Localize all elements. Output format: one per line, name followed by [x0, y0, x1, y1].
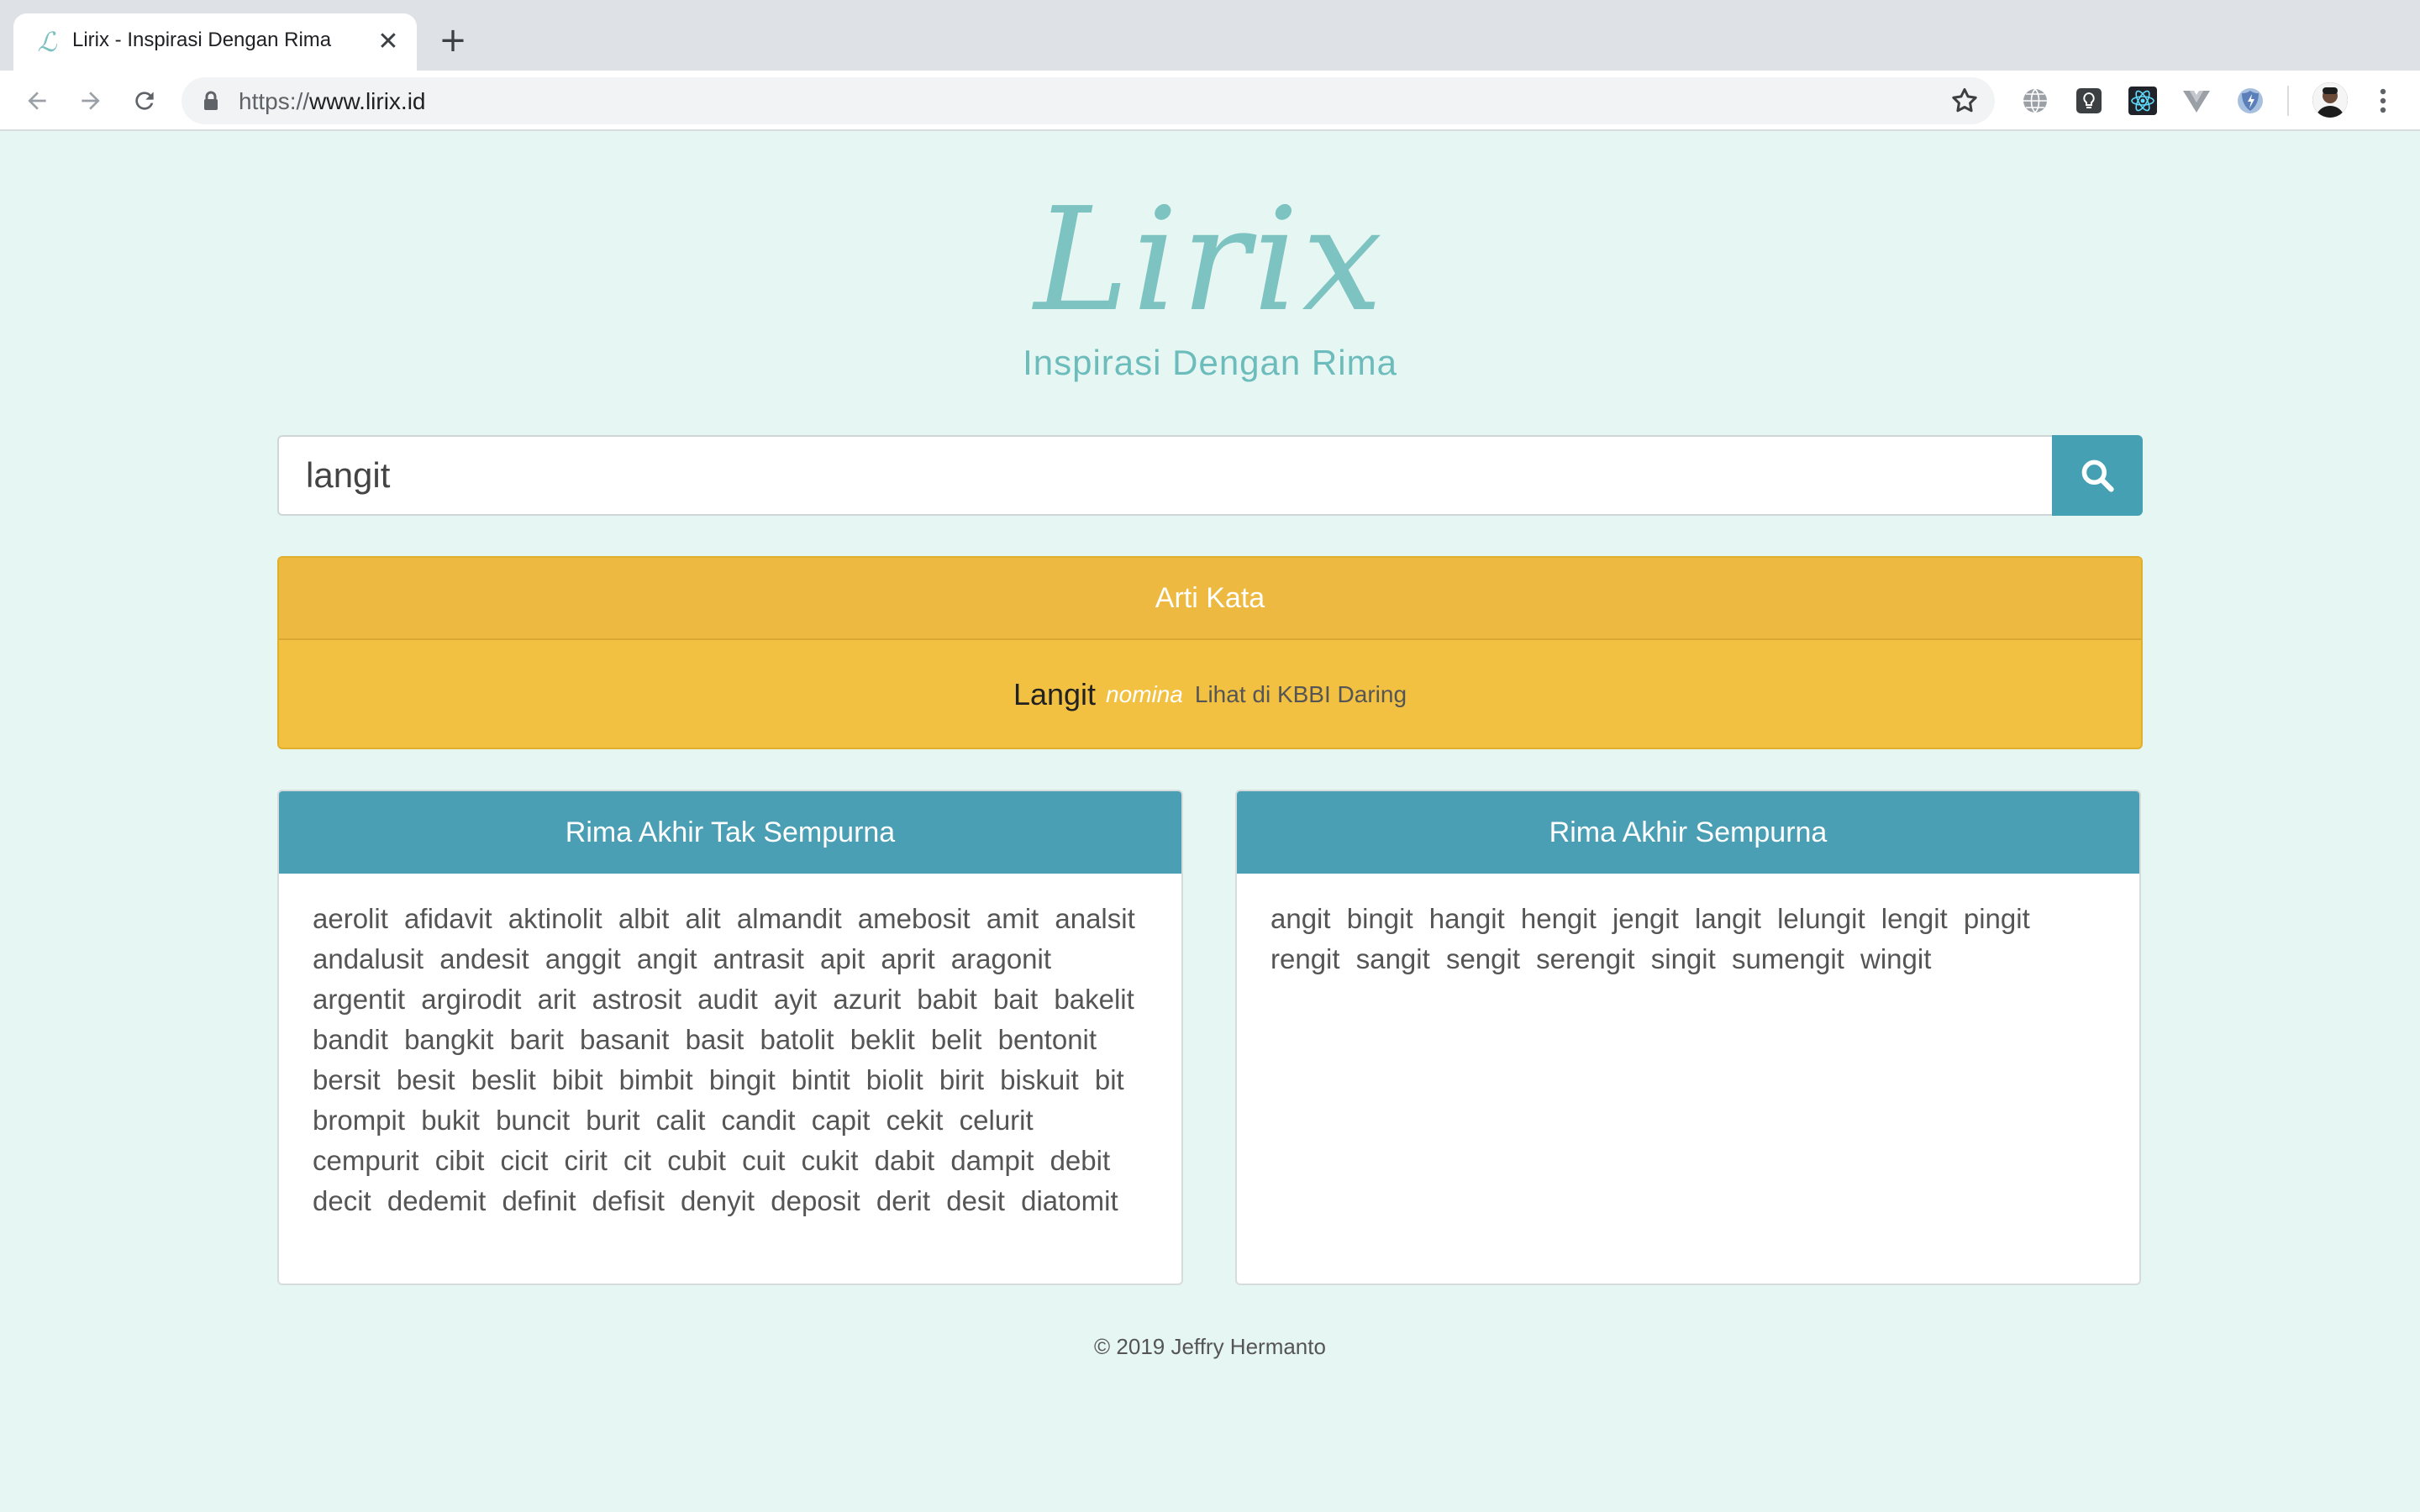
react-icon[interactable]	[2128, 86, 2158, 116]
globe-icon[interactable]	[2020, 86, 2050, 116]
search-button[interactable]	[2052, 435, 2143, 516]
arrow-left-icon	[28, 92, 46, 110]
user-avatar-icon	[2312, 82, 2348, 118]
url-text[interactable]: https://www.lirix.id	[239, 88, 426, 115]
tab-title: Lirix - Inspirasi Dengan Rima	[72, 29, 332, 51]
profile-avatar[interactable]	[2312, 82, 2348, 118]
footer-copyright: © 2019 Jeffry Hermanto	[1094, 1334, 1326, 1359]
toolbar-divider	[2287, 86, 2289, 116]
reload-icon	[135, 92, 154, 110]
bookmark-star-icon[interactable]	[1949, 86, 1980, 116]
arrow-right-icon	[82, 92, 100, 110]
browser-toolbar: https://www.lirix.id	[0, 71, 2420, 131]
lightbulb-icon[interactable]	[2074, 86, 2104, 116]
url-host: www.lirix.id	[309, 88, 426, 114]
search-form	[277, 435, 2143, 516]
vue-icon[interactable]	[2181, 86, 2212, 116]
new-tab-button[interactable]: +	[434, 22, 472, 60]
perfect-rhyme-list[interactable]: angit bingit hangit hengit jengit langit…	[1270, 874, 2106, 1250]
perfect-rhyme-card: Rima Akhir Sempurna angit bingit hangit …	[1235, 790, 2141, 1285]
imperfect-rhyme-title: Rima Akhir Tak Sempurna	[279, 791, 1181, 874]
imperfect-rhyme-card: Rima Akhir Tak Sempurna aerolit afidavit…	[277, 790, 1183, 1285]
perfect-rhyme-title: Rima Akhir Sempurna	[1237, 791, 2139, 874]
browser-tab-strip: ℒ Lirix - Inspirasi Dengan Rima ✕ +	[0, 0, 2420, 71]
search-input[interactable]	[277, 435, 2052, 516]
close-tab-icon[interactable]: ✕	[373, 27, 403, 57]
reload-button[interactable]	[123, 79, 166, 123]
back-button[interactable]	[15, 79, 59, 123]
meaning-word: Langit	[1013, 677, 1097, 711]
search-icon	[2081, 459, 2114, 492]
site-logo[interactable]: Lirix	[0, 176, 2420, 344]
part-of-speech: nomina	[1106, 681, 1183, 707]
lirix-favicon-icon: ℒ	[37, 26, 57, 58]
word-meaning-card: Arti Kata Langit nomina Lihat di KBBI Da…	[277, 556, 2143, 749]
browser-tab[interactable]: ℒ Lirix - Inspirasi Dengan Rima ✕	[13, 13, 417, 71]
address-bar[interactable]: https://www.lirix.id	[182, 77, 1995, 124]
kbbi-link[interactable]: Lihat di KBBI Daring	[1195, 681, 1407, 708]
imperfect-rhyme-list[interactable]: aerolit afidavit aktinolit albit alit al…	[313, 874, 1148, 1250]
lock-icon	[204, 91, 218, 110]
forward-button[interactable]	[69, 79, 113, 123]
site-tagline: Inspirasi Dengan Rima	[1023, 343, 1397, 382]
meaning-card-title: Arti Kata	[279, 558, 2141, 640]
meaning-card-body: Langit nomina Lihat di KBBI Daring	[279, 640, 2141, 748]
menu-kebab-icon[interactable]	[2368, 84, 2398, 118]
url-scheme: https://	[239, 88, 310, 114]
shield-icon[interactable]	[2235, 86, 2265, 116]
